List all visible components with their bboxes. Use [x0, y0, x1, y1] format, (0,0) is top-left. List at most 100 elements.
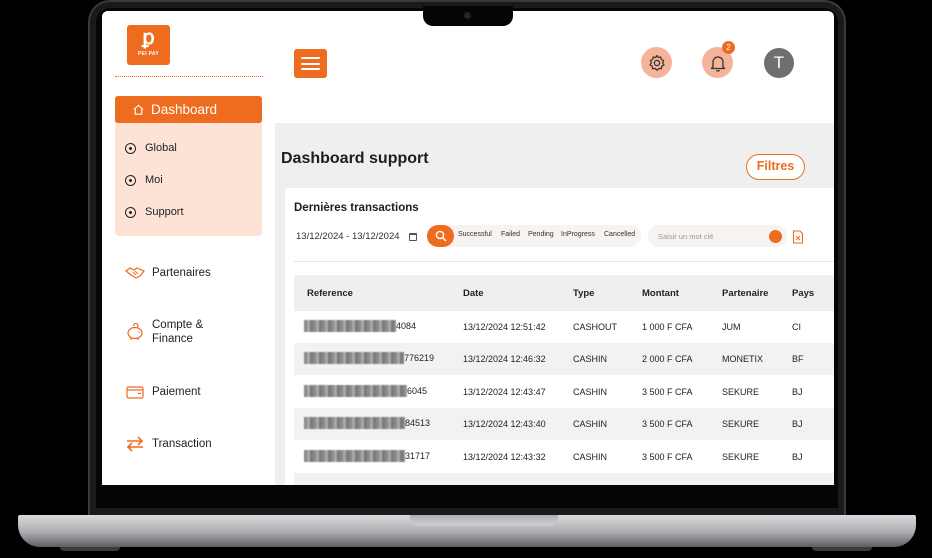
- type-cell: CASHOUT: [573, 322, 618, 332]
- amount-cell: 1 000 F CFA: [642, 322, 693, 332]
- column-header-date[interactable]: Date: [463, 288, 484, 299]
- keyword-search-submit[interactable]: [769, 230, 782, 243]
- amount-cell: 3 500 F CFA: [642, 387, 693, 397]
- logo-mark: ꝑ: [142, 27, 155, 49]
- country-cell: BJ: [792, 387, 803, 397]
- reference-suffix: 776219: [404, 353, 435, 363]
- table-row[interactable]: 776219 13/12/2024 12:46:32 CASHIN 2 000 …: [294, 343, 834, 375]
- divider: [294, 261, 834, 262]
- sidebar-subitem-moi[interactable]: Moi: [125, 171, 163, 189]
- sidebar-subitem-global[interactable]: Global: [125, 139, 177, 157]
- export-file-icon: [792, 230, 804, 244]
- country-cell: BF: [792, 354, 804, 364]
- sidebar-subitem-label: Moi: [145, 174, 163, 186]
- sidebar-item-transaction[interactable]: Transaction: [125, 435, 212, 453]
- redacted-reference: [304, 352, 404, 364]
- reference-suffix: 4084: [396, 321, 417, 331]
- amount-cell: 3 500 F CFA: [642, 452, 693, 462]
- table-row[interactable]: 6045 13/12/2024 12:43:47 CASHIN 3 500 F …: [294, 376, 834, 408]
- column-header-pays[interactable]: Pays: [792, 288, 814, 299]
- table-row[interactable]: 4084 13/12/2024 12:51:42 CASHOUT 1 000 F…: [294, 311, 834, 343]
- status-chip-inprogress[interactable]: InProgress: [561, 231, 595, 238]
- reference-suffix: 31717: [405, 451, 431, 461]
- radio-dot-icon: [125, 206, 136, 218]
- date-range-value: 13/12/2024 - 13/12/2024: [296, 231, 400, 242]
- sidebar-item-label: Finance: [152, 333, 193, 345]
- column-header-montant[interactable]: Montant: [642, 288, 679, 299]
- reference-cell: 6045: [304, 385, 427, 397]
- table-row[interactable]: 31717 13/12/2024 12:43:32 CASHIN 3 500 F…: [294, 441, 834, 473]
- type-cell: CASHIN: [573, 387, 608, 397]
- table-row[interactable]: 84513 13/12/2024 12:43:40 CASHIN 3 500 F…: [294, 408, 834, 440]
- camera-notch: [423, 6, 513, 26]
- sidebar-subitem-support[interactable]: Support: [125, 203, 184, 221]
- country-cell: BJ: [792, 419, 803, 429]
- sidebar-item-partenaires[interactable]: Partenaires: [125, 264, 211, 282]
- dashboard-nav-group: Dashboard Global Moi Support: [115, 96, 262, 236]
- sidebar-item-compte-finance[interactable]: Compte & Finance: [125, 318, 203, 346]
- user-avatar[interactable]: T: [764, 48, 794, 78]
- partner-cell: SEKURE: [722, 452, 760, 462]
- date-range-picker[interactable]: 13/12/2024 - 13/12/2024: [296, 231, 417, 242]
- laptop-opening-notch: [410, 515, 558, 526]
- sidebar-divider: [115, 76, 263, 77]
- reference-cell: 4084: [304, 320, 416, 332]
- brand-logo[interactable]: ꝑ PEI PAY: [127, 25, 170, 65]
- reference-cell: 776219: [304, 352, 434, 364]
- logo-text: PEI PAY: [138, 51, 159, 57]
- card-title: Dernières transactions: [294, 202, 419, 214]
- status-chip-pending[interactable]: Pending: [528, 231, 554, 238]
- sidebar-item-dashboard[interactable]: Dashboard: [115, 96, 262, 123]
- reference-cell: 84513: [304, 417, 430, 429]
- screen: ꝑ PEI PAY Dashboard Global Moi Support P…: [102, 11, 834, 485]
- date-cell: 13/12/2024 12:43:32: [463, 452, 546, 462]
- search-button[interactable]: [427, 225, 454, 247]
- date-cell: 13/12/2024 12:51:42: [463, 322, 546, 332]
- sidebar-item-label: Compte &: [152, 319, 204, 331]
- menu-toggle-button[interactable]: [294, 49, 327, 78]
- status-chip-failed[interactable]: Failed: [501, 231, 520, 238]
- column-header-partenaire[interactable]: Partenaire: [722, 288, 768, 299]
- status-chip-cancelled[interactable]: Cancelled: [604, 231, 635, 238]
- table-row-partial: [294, 473, 834, 485]
- sidebar-item-label: Paiement: [152, 386, 201, 398]
- transfer-arrows-icon: [125, 435, 145, 453]
- date-cell: 13/12/2024 12:46:32: [463, 354, 546, 364]
- page-title: Dashboard support: [281, 150, 429, 167]
- status-chip-successful[interactable]: Successful: [458, 231, 492, 238]
- sidebar-subitem-label: Support: [145, 206, 184, 218]
- partner-cell: SEKURE: [722, 419, 760, 429]
- reference-suffix: 84513: [405, 418, 431, 428]
- amount-cell: 2 000 F CFA: [642, 354, 693, 364]
- sidebar-item-paiement[interactable]: Paiement: [125, 383, 201, 401]
- search-icon: [435, 230, 447, 242]
- country-cell: BJ: [792, 452, 803, 462]
- type-cell: CASHIN: [573, 354, 608, 364]
- sidebar-item-label: Transaction: [152, 438, 212, 450]
- settings-button[interactable]: [641, 47, 672, 78]
- sidebar-item-label-wrap: Compte & Finance: [152, 318, 203, 346]
- sidebar-subitem-label: Global: [145, 142, 177, 154]
- export-button[interactable]: [790, 229, 806, 245]
- reference-cell: 31717: [304, 450, 430, 462]
- laptop-base: [18, 515, 916, 547]
- table-header: Reference Date Type Montant Partenaire P…: [294, 275, 834, 311]
- gear-icon: [648, 54, 665, 71]
- sidebar-item-label: Dashboard: [151, 102, 218, 117]
- partner-cell: MONETIX: [722, 354, 764, 364]
- country-cell: CI: [792, 322, 801, 332]
- hamburger-line: [301, 57, 320, 59]
- notification-count-badge: 2: [722, 41, 735, 54]
- notifications-button[interactable]: 2: [702, 41, 735, 78]
- column-header-type[interactable]: Type: [573, 288, 594, 299]
- redacted-reference: [304, 417, 405, 429]
- amount-cell: 3 500 F CFA: [642, 419, 693, 429]
- radio-dot-icon: [125, 142, 136, 154]
- bell-icon: [710, 55, 725, 72]
- sidebar: ꝑ PEI PAY Dashboard Global Moi Support P…: [102, 11, 275, 485]
- filters-button[interactable]: Filtres: [746, 154, 805, 180]
- keyword-search-input[interactable]: [648, 225, 787, 247]
- home-icon: [133, 104, 144, 115]
- column-header-reference[interactable]: Reference: [307, 288, 353, 299]
- date-cell: 13/12/2024 12:43:47: [463, 387, 546, 397]
